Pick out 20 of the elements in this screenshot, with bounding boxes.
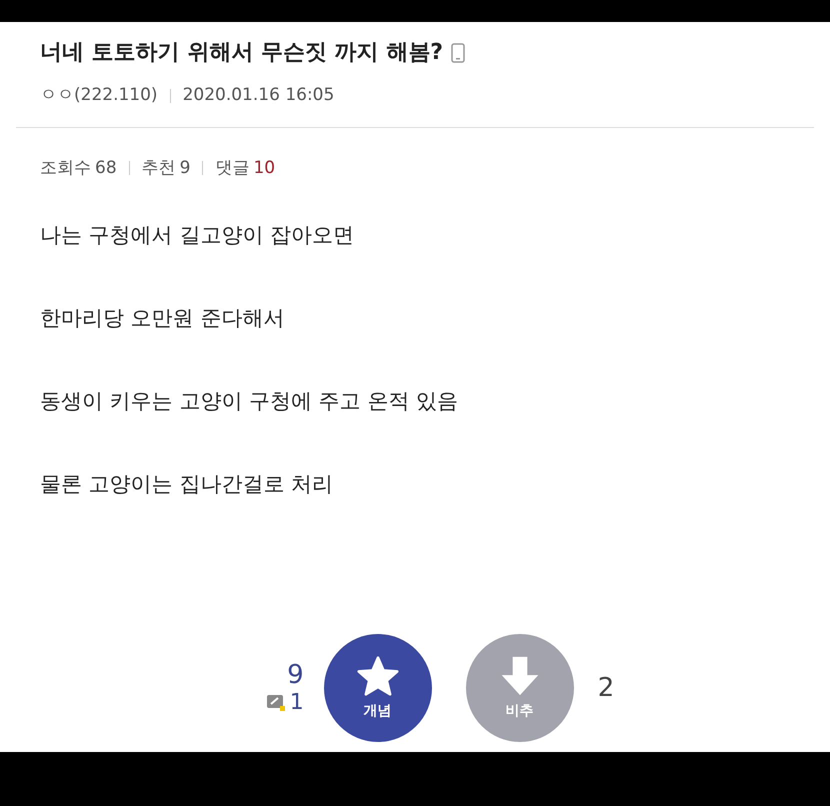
stat-value: 68 <box>95 156 117 180</box>
phone-icon <box>451 42 466 62</box>
fixed-upvote-count: 1 <box>290 690 304 716</box>
body-paragraph: 물론 고양이는 집나간걸로 처리 <box>40 471 334 498</box>
body-paragraph: 한마리당 오만원 준다해서 <box>40 305 286 332</box>
body-paragraph: 동생이 키우는 고양이 구청에 주고 온적 있음 <box>40 388 460 415</box>
author-name: ㅇㅇ(222.110) <box>40 84 158 107</box>
post-date: 2020.01.16 16:05 <box>182 84 334 107</box>
stat-value: 9 <box>180 156 190 180</box>
downvote-count: 2 <box>598 672 614 704</box>
stat-label: 추천 <box>142 156 176 180</box>
upvote-button[interactable]: 개념 <box>324 634 432 742</box>
stat-label: 조회수 <box>40 156 91 180</box>
stat-value: 10 <box>253 156 276 180</box>
star-icon <box>356 654 400 696</box>
body-paragraph: 나는 구청에서 길고양이 잡아오면 <box>40 222 356 249</box>
post-title: 너네 토토하기 위해서 무슨짓 까지 해봄? <box>40 39 444 67</box>
upvote-count: 9 <box>287 660 304 690</box>
note-icon <box>266 694 286 712</box>
stat-label: 댓글 <box>215 156 250 180</box>
